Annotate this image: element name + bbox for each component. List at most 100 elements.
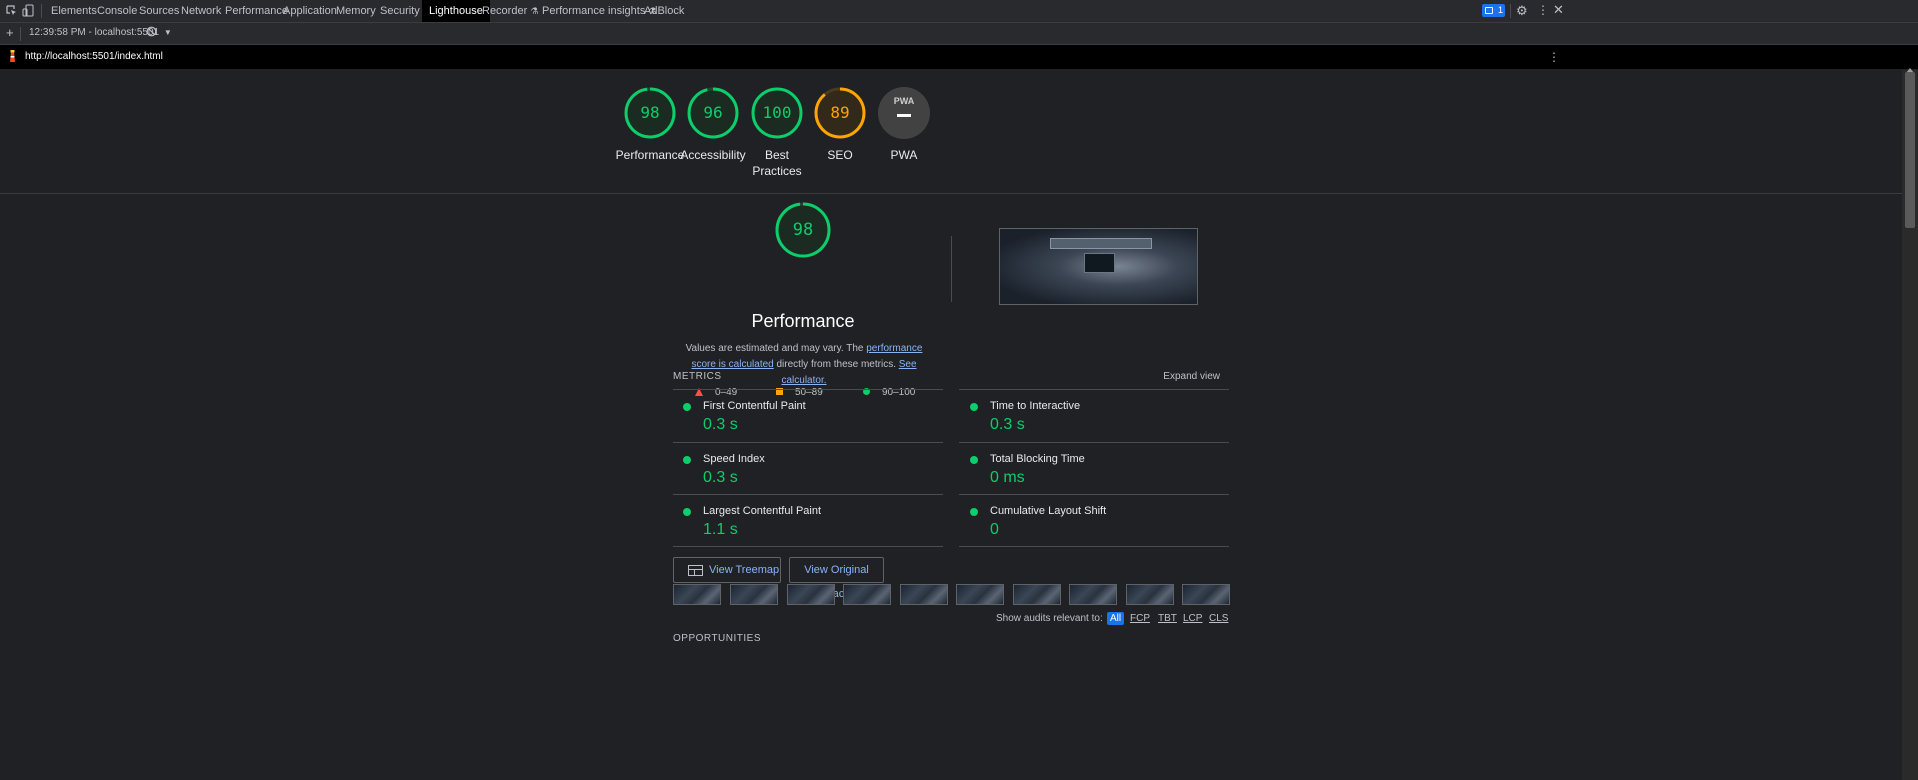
filter-all[interactable]: All xyxy=(1107,612,1125,625)
tab-performance-insights[interactable]: Performance insights ⚗ xyxy=(542,0,656,22)
final-screenshot[interactable] xyxy=(999,228,1198,305)
report-url[interactable]: http://localhost:5501/index.html xyxy=(25,51,163,62)
button-label: View Treemap xyxy=(709,564,780,576)
pwa-badge: PWA xyxy=(877,86,931,140)
scrollbar-thumb[interactable] xyxy=(1905,72,1915,228)
tab-console[interactable]: Console xyxy=(97,0,137,22)
metric-name: First Contentful Paint xyxy=(703,400,806,412)
tab-lighthouse[interactable]: Lighthouse xyxy=(422,0,490,22)
metric-name: Speed Index xyxy=(703,453,765,465)
gauge-label: Best Practices xyxy=(752,148,802,178)
pass-dot-icon xyxy=(683,456,691,464)
performance-score: 98 xyxy=(792,220,814,240)
score-gauge: 89 xyxy=(813,86,867,140)
view-original-trace-button[interactable]: View Original Trace xyxy=(789,557,884,600)
opportunities-heading: OPPORTUNITIES xyxy=(673,633,761,644)
more-vert-icon[interactable]: ⋮ xyxy=(1537,3,1549,17)
gauge-label: PWA xyxy=(890,148,918,162)
tab-recorder-label: Recorder xyxy=(482,5,528,17)
issues-badge[interactable]: 1 xyxy=(1482,4,1505,17)
tab-sources[interactable]: Sources xyxy=(139,0,179,22)
filmstrip-frame xyxy=(1013,584,1061,605)
filmstrip-frame xyxy=(843,584,891,605)
metric-name: Total Blocking Time xyxy=(990,453,1085,465)
gear-icon[interactable]: ⚙ xyxy=(1516,3,1528,19)
divider xyxy=(673,494,943,495)
filter-fcp[interactable]: FCP xyxy=(1130,613,1150,624)
screenshot-panel xyxy=(1084,253,1115,273)
filmstrip-frame xyxy=(673,584,721,605)
metric-value: 1.1 s xyxy=(703,521,738,538)
pass-dot-icon xyxy=(683,403,691,411)
tab-elements[interactable]: Elements xyxy=(51,0,97,22)
filter-cls[interactable]: CLS xyxy=(1209,613,1228,624)
issues-count: 1 xyxy=(1497,5,1503,15)
lighthouse-report: 98 Performance 96 Accessibility 100 Best… xyxy=(0,70,1902,780)
toolbar-divider xyxy=(20,27,21,41)
more-vert-icon[interactable]: ⋮ xyxy=(1548,50,1560,64)
chevron-down-icon: ▼ xyxy=(163,28,172,37)
tab-application[interactable]: Application xyxy=(283,0,337,22)
tab-adblock[interactable]: AdBlock xyxy=(644,0,684,22)
inspect-element-icon[interactable] xyxy=(6,5,17,16)
divider xyxy=(959,494,1229,495)
tab-performance[interactable]: Performance xyxy=(225,0,288,22)
pwa-logo-text: PWA xyxy=(893,96,915,106)
metric-value: 0.3 s xyxy=(990,416,1025,433)
divider xyxy=(959,442,1229,443)
filmstrip-frame xyxy=(1182,584,1230,605)
gauge-score: 98 xyxy=(640,103,660,122)
metric-name: Time to Interactive xyxy=(990,400,1081,412)
metric-value: 0 ms xyxy=(990,469,1025,486)
pass-dot-icon xyxy=(970,403,978,411)
plus-icon[interactable]: + xyxy=(6,25,14,40)
metric-value: 0 xyxy=(990,521,999,538)
metric-name: Cumulative Layout Shift xyxy=(990,505,1107,517)
metric-value: 0.3 s xyxy=(703,469,738,486)
view-treemap-button[interactable]: View Treemap xyxy=(673,557,781,583)
treemap-icon xyxy=(688,565,703,576)
divider xyxy=(673,546,943,547)
filmstrip-frame xyxy=(900,584,948,605)
metric-name: Largest Contentful Paint xyxy=(703,505,822,517)
message-icon xyxy=(1485,7,1493,14)
filmstrip-frame xyxy=(787,584,835,605)
filter-lcp[interactable]: LCP xyxy=(1183,613,1202,624)
close-icon[interactable]: ✕ xyxy=(1553,2,1564,18)
pass-dot-icon xyxy=(970,508,978,516)
score-gauge: 98 xyxy=(623,86,677,140)
tab-performance-insights-label: Performance insights xyxy=(542,5,646,17)
gauge-score: 89 xyxy=(830,103,850,122)
gauge-score: 96 xyxy=(703,103,723,122)
filmstrip-frame xyxy=(956,584,1004,605)
tab-network[interactable]: Network xyxy=(181,0,221,22)
metrics-heading: METRICS xyxy=(673,371,722,382)
filmstrip-frame xyxy=(1126,584,1174,605)
screenshot-banner xyxy=(1050,238,1152,249)
divider xyxy=(951,236,952,302)
toolbar-divider xyxy=(41,4,42,18)
clear-block-icon[interactable] xyxy=(146,26,157,37)
gauge-score: 100 xyxy=(762,103,792,122)
performance-title: Performance xyxy=(751,311,855,331)
divider xyxy=(959,546,1229,547)
audit-filter-label: Show audits relevant to: xyxy=(996,613,1103,624)
description-text: directly from these metrics. xyxy=(773,359,899,370)
divider xyxy=(673,389,943,390)
tab-recorder[interactable]: Recorder ⚗ xyxy=(482,0,538,22)
toolbar-divider xyxy=(1510,4,1511,18)
filmstrip-frame xyxy=(1069,584,1117,605)
device-toolbar-icon[interactable] xyxy=(22,4,34,17)
divider xyxy=(0,193,1902,194)
filter-tbt[interactable]: TBT xyxy=(1158,613,1177,624)
score-gauge: 100 xyxy=(750,86,804,140)
expand-view-toggle[interactable]: Expand view xyxy=(1140,371,1220,382)
tab-security[interactable]: Security xyxy=(380,0,420,22)
divider xyxy=(673,442,943,443)
pass-dot-icon xyxy=(683,508,691,516)
summary-gauge-pwa[interactable]: PWA PWA xyxy=(865,86,943,163)
tab-memory[interactable]: Memory xyxy=(336,0,376,22)
score-gauge: 96 xyxy=(686,86,740,140)
lighthouse-toolbar: + 12:39:58 PM - localhost:5501 ▼ xyxy=(0,23,1918,45)
divider xyxy=(959,389,1229,390)
